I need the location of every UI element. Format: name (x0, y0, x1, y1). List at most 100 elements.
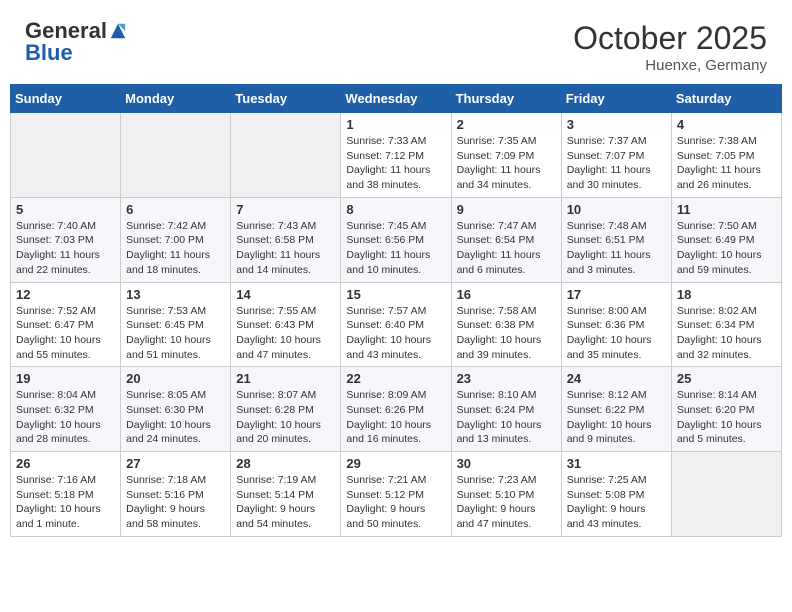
day-of-week-header: Wednesday (341, 85, 451, 113)
day-number: 4 (677, 117, 776, 132)
day-number: 8 (346, 202, 445, 217)
logo-general-text: General (25, 20, 107, 42)
day-number: 31 (567, 456, 666, 471)
calendar-cell: 21Sunrise: 8:07 AMSunset: 6:28 PMDayligh… (231, 367, 341, 452)
calendar-cell: 27 Sunrise: 7:18 AMSunset: 5:16 PMDayligh… (121, 452, 231, 537)
calendar-week-row: 5Sunrise: 7:40 AMSunset: 7:03 PMDaylight… (11, 197, 782, 282)
title-block: October 2025 Huenxe, Germany (573, 20, 767, 74)
calendar-week-row: 26 Sunrise: 7:16 AMSunset: 5:18 PMDayligh… (11, 452, 782, 537)
day-number: 13 (126, 287, 225, 302)
calendar-cell: 16 Sunrise: 7:58 AMSunset: 6:38 PMDayligh… (451, 282, 561, 367)
day-number: 24 (567, 371, 666, 386)
day-number: 9 (457, 202, 556, 217)
calendar-cell: 4 Sunrise: 7:38 AMSunset: 7:05 PMDaylight… (671, 113, 781, 198)
calendar-header-row: SundayMondayTuesdayWednesdayThursdayFrid… (11, 85, 782, 113)
day-of-week-header: Saturday (671, 85, 781, 113)
day-number: 22 (346, 371, 445, 386)
day-info: Sunrise: 7:50 AMSunset: 6:49 PMDaylight:… (677, 219, 776, 278)
calendar-cell: 31 Sunrise: 7:25 AMSunset: 5:08 PMDayligh… (561, 452, 671, 537)
day-number: 11 (677, 202, 776, 217)
day-of-week-header: Friday (561, 85, 671, 113)
day-number: 29 (346, 456, 445, 471)
calendar-cell: 17 Sunrise: 8:00 AMSunset: 6:36 PMDayligh… (561, 282, 671, 367)
day-info: Sunrise: 7:53 AMSunset: 6:45 PMDaylight:… (126, 304, 225, 363)
logo-icon (109, 22, 127, 40)
month-title: October 2025 (573, 20, 767, 57)
calendar-cell: 18 Sunrise: 8:02 AMSunset: 6:34 PMDayligh… (671, 282, 781, 367)
day-number: 30 (457, 456, 556, 471)
day-info: Sunrise: 7:33 AMSunset: 7:12 PMDaylight:… (346, 134, 445, 193)
day-info: Sunrise: 7:57 AMSunset: 6:40 PMDaylight:… (346, 304, 445, 363)
day-info: Sunrise: 7:38 AMSunset: 7:05 PMDaylight:… (677, 134, 776, 193)
calendar-cell: 24Sunrise: 8:12 AMSunset: 6:22 PMDayligh… (561, 367, 671, 452)
calendar-cell: 8 Sunrise: 7:45 AMSunset: 6:56 PMDaylight… (341, 197, 451, 282)
day-number: 26 (16, 456, 115, 471)
day-number: 7 (236, 202, 335, 217)
day-info: Sunrise: 8:10 AMSunset: 6:24 PMDaylight:… (457, 388, 556, 447)
calendar-cell: 3 Sunrise: 7:37 AMSunset: 7:07 PMDaylight… (561, 113, 671, 198)
day-number: 19 (16, 371, 115, 386)
day-info: Sunrise: 7:40 AMSunset: 7:03 PMDaylight:… (16, 219, 115, 278)
day-info: Sunrise: 7:37 AMSunset: 7:07 PMDaylight:… (567, 134, 666, 193)
day-number: 15 (346, 287, 445, 302)
day-number: 12 (16, 287, 115, 302)
day-info: Sunrise: 8:00 AMSunset: 6:36 PMDaylight:… (567, 304, 666, 363)
calendar-cell: 12 Sunrise: 7:52 AMSunset: 6:47 PMDayligh… (11, 282, 121, 367)
day-number: 14 (236, 287, 335, 302)
calendar-cell: 15 Sunrise: 7:57 AMSunset: 6:40 PMDayligh… (341, 282, 451, 367)
day-info: Sunrise: 7:25 AMSunset: 5:08 PMDaylight:… (567, 473, 666, 532)
day-number: 18 (677, 287, 776, 302)
day-number: 16 (457, 287, 556, 302)
calendar-cell: 11 Sunrise: 7:50 AMSunset: 6:49 PMDayligh… (671, 197, 781, 282)
logo: General Blue (25, 20, 127, 65)
calendar-cell: 6Sunrise: 7:42 AMSunset: 7:00 PMDaylight… (121, 197, 231, 282)
calendar-cell: 23Sunrise: 8:10 AMSunset: 6:24 PMDayligh… (451, 367, 561, 452)
calendar-cell: 22 Sunrise: 8:09 AMSunset: 6:26 PMDayligh… (341, 367, 451, 452)
day-info: Sunrise: 8:05 AMSunset: 6:30 PMDaylight:… (126, 388, 225, 447)
day-info: Sunrise: 7:52 AMSunset: 6:47 PMDaylight:… (16, 304, 115, 363)
calendar-cell: 19Sunrise: 8:04 AMSunset: 6:32 PMDayligh… (11, 367, 121, 452)
calendar-cell: 5Sunrise: 7:40 AMSunset: 7:03 PMDaylight… (11, 197, 121, 282)
day-number: 20 (126, 371, 225, 386)
page-header: General Blue October 2025 Huenxe, German… (10, 10, 782, 79)
day-of-week-header: Thursday (451, 85, 561, 113)
day-info: Sunrise: 8:14 AMSunset: 6:20 PMDaylight:… (677, 388, 776, 447)
day-number: 6 (126, 202, 225, 217)
calendar-cell (671, 452, 781, 537)
day-number: 10 (567, 202, 666, 217)
day-of-week-header: Monday (121, 85, 231, 113)
day-info: Sunrise: 8:07 AMSunset: 6:28 PMDaylight:… (236, 388, 335, 447)
calendar-cell: 1 Sunrise: 7:33 AMSunset: 7:12 PMDaylight… (341, 113, 451, 198)
day-number: 28 (236, 456, 335, 471)
day-info: Sunrise: 7:55 AMSunset: 6:43 PMDaylight:… (236, 304, 335, 363)
calendar-week-row: 1 Sunrise: 7:33 AMSunset: 7:12 PMDaylight… (11, 113, 782, 198)
day-info: Sunrise: 7:16 AMSunset: 5:18 PMDaylight:… (16, 473, 115, 532)
day-info: Sunrise: 7:58 AMSunset: 6:38 PMDaylight:… (457, 304, 556, 363)
calendar-cell: 14 Sunrise: 7:55 AMSunset: 6:43 PMDayligh… (231, 282, 341, 367)
day-of-week-header: Sunday (11, 85, 121, 113)
day-info: Sunrise: 8:09 AMSunset: 6:26 PMDaylight:… (346, 388, 445, 447)
calendar-cell: 26 Sunrise: 7:16 AMSunset: 5:18 PMDayligh… (11, 452, 121, 537)
day-info: Sunrise: 7:19 AMSunset: 5:14 PMDaylight:… (236, 473, 335, 532)
day-number: 3 (567, 117, 666, 132)
calendar-week-row: 19Sunrise: 8:04 AMSunset: 6:32 PMDayligh… (11, 367, 782, 452)
calendar-cell: 10Sunrise: 7:48 AMSunset: 6:51 PMDayligh… (561, 197, 671, 282)
day-number: 17 (567, 287, 666, 302)
calendar-cell: 9Sunrise: 7:47 AMSunset: 6:54 PMDaylight… (451, 197, 561, 282)
calendar-cell: 7Sunrise: 7:43 AMSunset: 6:58 PMDaylight… (231, 197, 341, 282)
location: Huenxe, Germany (573, 57, 767, 74)
day-info: Sunrise: 7:18 AMSunset: 5:16 PMDaylight:… (126, 473, 225, 532)
calendar-table: SundayMondayTuesdayWednesdayThursdayFrid… (10, 84, 782, 537)
day-info: Sunrise: 7:21 AMSunset: 5:12 PMDaylight:… (346, 473, 445, 532)
calendar-cell (11, 113, 121, 198)
day-info: Sunrise: 7:23 AMSunset: 5:10 PMDaylight:… (457, 473, 556, 532)
day-number: 27 (126, 456, 225, 471)
day-info: Sunrise: 7:45 AMSunset: 6:56 PMDaylight:… (346, 219, 445, 278)
day-number: 1 (346, 117, 445, 132)
calendar-cell (121, 113, 231, 198)
day-info: Sunrise: 8:02 AMSunset: 6:34 PMDaylight:… (677, 304, 776, 363)
day-info: Sunrise: 7:35 AMSunset: 7:09 PMDaylight:… (457, 134, 556, 193)
calendar-cell: 20 Sunrise: 8:05 AMSunset: 6:30 PMDayligh… (121, 367, 231, 452)
calendar-week-row: 12 Sunrise: 7:52 AMSunset: 6:47 PMDayligh… (11, 282, 782, 367)
calendar-cell: 25Sunrise: 8:14 AMSunset: 6:20 PMDayligh… (671, 367, 781, 452)
